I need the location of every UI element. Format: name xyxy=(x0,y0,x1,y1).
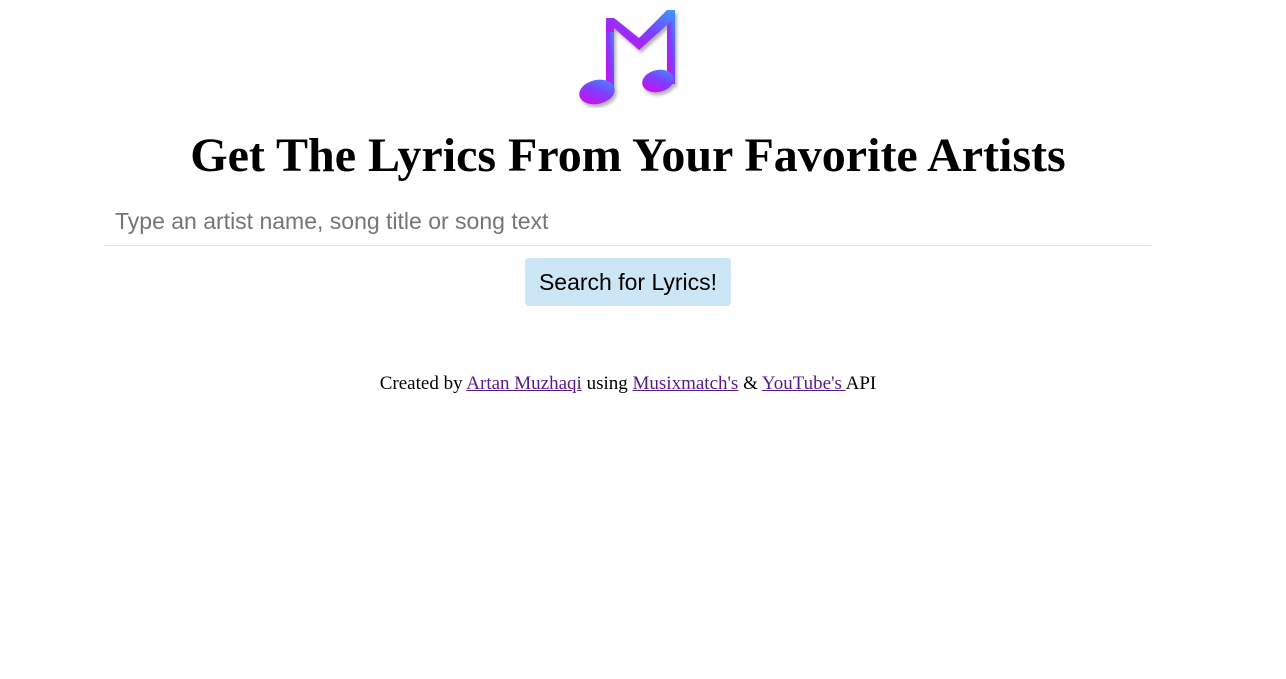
page-title: Get The Lyrics From Your Favorite Artist… xyxy=(190,129,1066,182)
credits-ampersand: & xyxy=(738,373,762,394)
author-link[interactable]: Artan Muzhaqi xyxy=(466,373,582,394)
credits-suffix: API xyxy=(845,373,877,394)
page: Get The Lyrics From Your Favorite Artist… xyxy=(0,0,1286,679)
music-note-icon xyxy=(579,10,675,105)
credits-middle: using xyxy=(581,373,633,394)
musixmatch-link[interactable]: Musixmatch's xyxy=(633,373,739,394)
footer-credits: Created by Artan Muzhaqi using Musixmatc… xyxy=(0,372,1256,396)
search-button[interactable]: Search for Lyrics! xyxy=(525,258,731,306)
credits-prefix: Created by xyxy=(379,373,467,394)
search-input[interactable] xyxy=(105,198,1151,246)
youtube-link[interactable]: YouTube's xyxy=(762,373,846,394)
